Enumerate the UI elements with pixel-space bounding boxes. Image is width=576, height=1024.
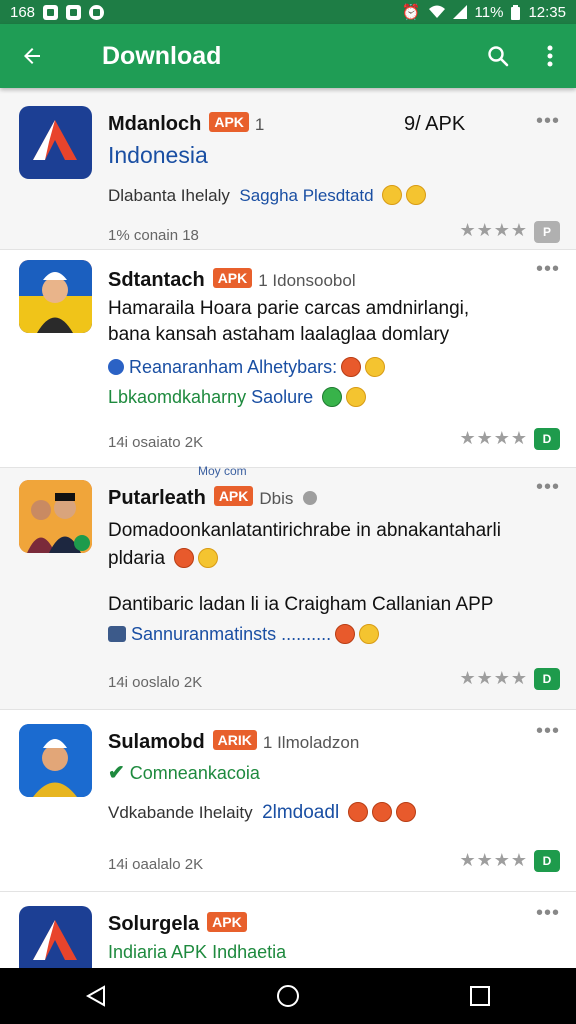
nav-back-button[interactable] [66,968,126,1024]
triangle-back-icon [85,985,105,1007]
app-meta: 14i osaiato 2K [108,434,204,451]
list-item[interactable]: Mdanloch APK 1 9/ APK ••• Indonesia Dlaban… [0,88,576,250]
app-tagline: ✔ Comneankacoia [108,762,260,784]
page-title: Download [102,41,222,70]
app-name: Sulamobd ARIK 1 Ilmoladzon [108,730,360,753]
alarm-icon: ⏰ [401,4,421,21]
app-region: Indiaria APK Indhaetia [108,942,287,962]
search-icon [488,46,509,67]
item-overflow-icon[interactable]: ••• [536,720,560,743]
app-subtitle: Sannuranmatinsts .......... [108,624,380,645]
app-name: Mdanloch APK 1 [108,112,265,135]
apk-badge: APK [212,268,253,288]
verified-icon [302,491,317,505]
nav-home-button[interactable] [258,968,318,1024]
emoji-icon [322,387,343,407]
list-item[interactable]: Moy com Putarleath APK Dbis ••• Domadoonka… [0,464,576,710]
status-notification-count: 168 [10,3,36,21]
rating-stars: ★★★★ [459,850,528,870]
arrow-left-icon [24,48,40,64]
back-button[interactable] [0,24,64,88]
more-vert-icon [547,45,553,67]
status-right: ⏰ 11% 12:35 [401,3,566,22]
app-bar: Download [0,24,576,88]
app-description: Domadoonkanlatantirichrabe in abnakantah… [108,520,501,541]
whatsapp-notification-icon [89,4,105,20]
gallery-notification-icon [43,4,59,20]
app-icon-delta [19,106,92,179]
status-time: 12:35 [528,3,566,21]
item-overflow-icon[interactable]: ••• [536,476,560,499]
install-chip[interactable]: D [534,428,560,450]
app-icon-portrait [19,260,92,333]
check-icon: ✔ [108,762,125,784]
more-options-button[interactable] [524,24,576,88]
apk-version-label: 9/ APK [404,113,466,135]
apk-badge: APK [209,112,249,132]
app-subtitle: Lbkaomdkaharny Saolure [108,387,367,408]
app-region: Indonesia [108,142,208,168]
nav-recents-button[interactable] [450,968,510,1024]
emoji-icon [395,802,416,822]
app-description: Dlabanta Ihelaly Saggha Plesdtatd [108,185,427,206]
app-icon-delta [19,906,92,968]
emoji-icon [335,624,356,644]
system-nav-bar [0,968,576,1024]
emoji-icon [346,387,367,407]
app-name: Sdtantach APK 1 Idonsoobol [108,268,356,291]
app-name: Solurgela APK [108,912,247,936]
emoji-icon [347,802,368,822]
list-item[interactable]: Sulamobd ARIK 1 Ilmoladzon ••• ✔ Comneanka… [0,710,576,892]
install-chip[interactable]: D [534,668,560,690]
rating-stars: ★★★★ [459,220,528,240]
emoji-icon [406,185,427,205]
status-left: 168 [10,3,105,21]
emoji-icon [382,185,403,205]
camera-notification-icon [66,4,82,20]
search-button[interactable] [472,24,524,88]
install-chip[interactable]: D [534,850,560,872]
rating-stars: ★★★★ [459,668,528,688]
emoji-icon [174,548,195,568]
emoji-icon [198,548,219,568]
app-description: Vdkabande Ihelaity 2lmdoadl [108,802,416,824]
app-name: Putarleath APK Dbis [108,486,317,510]
app-icon-portrait-2 [19,724,92,797]
download-list: Mdanloch APK 1 9/ APK ••• Indonesia Dlaban… [0,88,576,968]
item-overflow-icon[interactable]: ••• [536,902,560,925]
app-meta: 14i ooslalo 2K [108,674,203,691]
status-bar: 168 ⏰ 11% 12:35 [0,0,576,24]
circle-home-icon [277,985,299,1007]
app-icon-couple [19,480,92,553]
apk-badge: APK [213,486,254,506]
wifi-icon [428,5,445,18]
app-meta: 1% conain 18 [108,227,199,244]
apk-badge: ARIK [212,730,257,750]
emoji-icon [341,357,362,377]
battery-icon [511,4,521,20]
app-description: Hamaraila Hoara parie carcas amdnirlangi… [108,298,470,319]
app-description-2: bana kansah astaham laalaglaa domlary [108,324,450,345]
signal-icon [452,5,467,19]
battery-percent: 11% [474,3,504,21]
app-description-2: pldaria [108,548,219,570]
list-item[interactable]: Solurgela APK ••• Indiaria APK Indhaetia [0,892,576,968]
header-note: Moy com [198,464,247,478]
item-overflow-icon[interactable]: ••• [536,110,560,133]
app-meta: 14i oaalalo 2K [108,856,204,873]
app-tagline: Dantibaric ladan li ia Craigham Callania… [108,594,494,615]
square-recents-icon [470,986,490,1006]
emoji-icon [359,624,380,644]
rating-stars: ★★★★ [459,428,528,448]
list-item[interactable]: Sdtantach APK 1 Idonsoobol ••• Hamaraila H… [0,250,576,468]
apk-badge: APK [207,912,247,932]
emoji-icon [365,357,386,377]
install-chip[interactable]: P [534,221,560,243]
item-overflow-icon[interactable]: ••• [536,258,560,281]
app-tagline: Reanaranham Alhetybars: [108,357,386,378]
emoji-icon [371,802,392,822]
